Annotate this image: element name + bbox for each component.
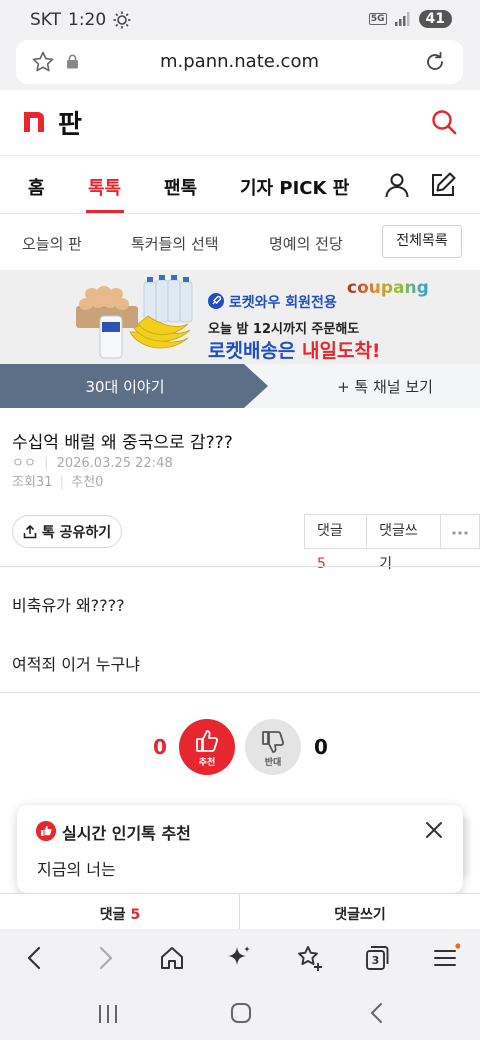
more-options-button[interactable] [441,515,479,548]
tabs-button[interactable]: 3 [362,943,392,973]
post-datetime: 2026.03.25 22:48 [56,456,173,471]
system-navigation-bar [0,987,480,1040]
nav-tab-reporter-pick[interactable]: 기자 PICK 판 [240,174,349,200]
system-back-icon[interactable] [366,1002,388,1024]
ad-brand: coupang [347,278,429,298]
bottom-write-comment-button[interactable]: 댓글쓰기 [240,904,480,924]
search-icon[interactable] [430,108,458,136]
popup-title: 실시간 인기톡 추천 [62,824,191,843]
home-icon[interactable] [157,943,187,973]
upvote-count: 0 [153,735,167,759]
post-body-line: 비축유가 왜???? [12,596,125,615]
main-nav: 홈 톡톡 팬톡 기자 PICK 판 [0,157,480,214]
site-header: 판 [0,90,480,156]
trending-talk-popup[interactable]: 실시간 인기톡 추천 지금의 너는 [17,805,463,893]
status-bar: SKT 1:20 5G 41 [0,0,480,40]
comments-button[interactable]: 댓글 5 [305,515,368,572]
ad-headline: 로켓와우 회원전용 [208,292,337,312]
browser-screen: SKT 1:20 5G 41 m.pann.nate.com 판 홈 톡톡 팬톡… [0,0,480,1040]
sub-nav-hall-of-fame[interactable]: 명예의 전당 [269,233,343,254]
reload-icon[interactable] [423,50,447,74]
popup-item[interactable]: 지금의 너는 [37,856,116,880]
status-right: 5G 41 [368,10,452,28]
signal-icon [394,12,410,26]
post-body-line: 여적죄 이거 누구냐 [12,655,140,674]
clock: 1:20 [68,10,107,30]
upvote-button[interactable]: 추천 [179,719,235,775]
carrier: SKT [30,10,62,30]
forward-icon[interactable] [90,943,120,973]
nav-tab-home[interactable]: 홈 [28,174,45,200]
system-home-icon[interactable] [230,1002,252,1024]
divider [0,692,480,693]
battery-indicator: 41 [418,10,452,28]
back-icon[interactable] [20,943,50,973]
ad-product-image [76,275,193,359]
post-author: ㅇㅇ [12,456,36,471]
browse-channels-link[interactable]: + 톡 채널 보기 [300,376,470,397]
post-title: 수십억 배럴 왜 중국으로 감??? [12,433,233,453]
view-count: 31 [35,475,53,490]
user-icon[interactable] [383,171,411,199]
channel-bar: 30대 이야기 + 톡 채널 보기 [0,364,480,408]
bottom-comment-bar: 댓글 5 댓글쓰기 [0,893,480,930]
write-comment-button[interactable]: 댓글쓰기 [367,515,441,572]
ad-subline: 오늘 밤 12시까지 주문해도 [208,322,360,337]
divider [0,566,480,567]
status-left: SKT 1:20 [30,10,131,30]
downvote-button[interactable]: 반대 [245,719,301,775]
more-dots-icon [452,531,468,535]
ad-tagline: 로켓배송은 내일도착! [208,340,381,362]
browser-toolbar: 3 [0,929,480,987]
site-logo-text[interactable]: 판 [58,104,82,141]
share-talk-button[interactable]: 톡 공유하기 [12,515,122,548]
nav-tab-toktok[interactable]: 톡톡 [88,174,121,200]
recommend-count: 0 [95,475,104,490]
sub-nav-talker-choice[interactable]: 톡커들의 선택 [131,233,219,254]
close-icon[interactable] [425,821,443,839]
sub-nav: 오늘의 판 톡커들의 선택 명예의 전당 전체목록 [0,214,480,270]
url-text[interactable]: m.pann.nate.com [16,51,463,72]
address-bar[interactable]: m.pann.nate.com [16,40,463,84]
nate-logo-icon[interactable] [22,110,46,132]
bottom-comments-button[interactable]: 댓글 5 [0,904,240,924]
thumbs-down-icon [262,731,285,753]
menu-icon[interactable] [430,943,460,973]
brightness-icon [113,11,131,29]
network-indicator: 5G [368,13,387,25]
tab-count: 3 [371,954,380,967]
all-list-button[interactable]: 전체목록 [382,225,462,258]
current-channel[interactable]: 30대 이야기 [0,376,250,397]
post-meta: ㅇㅇ | 2026.03.25 22:48 [12,456,173,471]
downvote-label: 반대 [264,758,282,768]
sub-nav-today[interactable]: 오늘의 판 [22,233,82,254]
comment-actions: 댓글 5 댓글쓰기 [304,514,480,572]
post-stats: 조회31 | 추천0 [12,475,104,490]
bookmarks-icon[interactable] [294,943,324,973]
ad-banner[interactable]: coupang 로켓와우 회원전용 오늘 밤 12시까지 주문해도 로켓배송은 … [0,270,480,364]
active-tab-indicator [86,210,124,213]
write-post-icon[interactable] [429,171,457,199]
nav-tab-fantok[interactable]: 팬톡 [164,174,197,200]
comment-count: 5 [317,556,326,572]
thumbs-up-badge-icon [36,821,56,841]
thumbs-up-icon [196,730,219,752]
downvote-count: 0 [314,735,328,759]
recent-apps-icon[interactable] [96,1003,120,1025]
address-bar-area: m.pann.nate.com [0,40,480,90]
share-icon [23,524,37,538]
rocket-icon [208,293,224,309]
ai-sparkle-icon[interactable] [224,943,254,973]
upvote-label: 추천 [198,758,216,768]
